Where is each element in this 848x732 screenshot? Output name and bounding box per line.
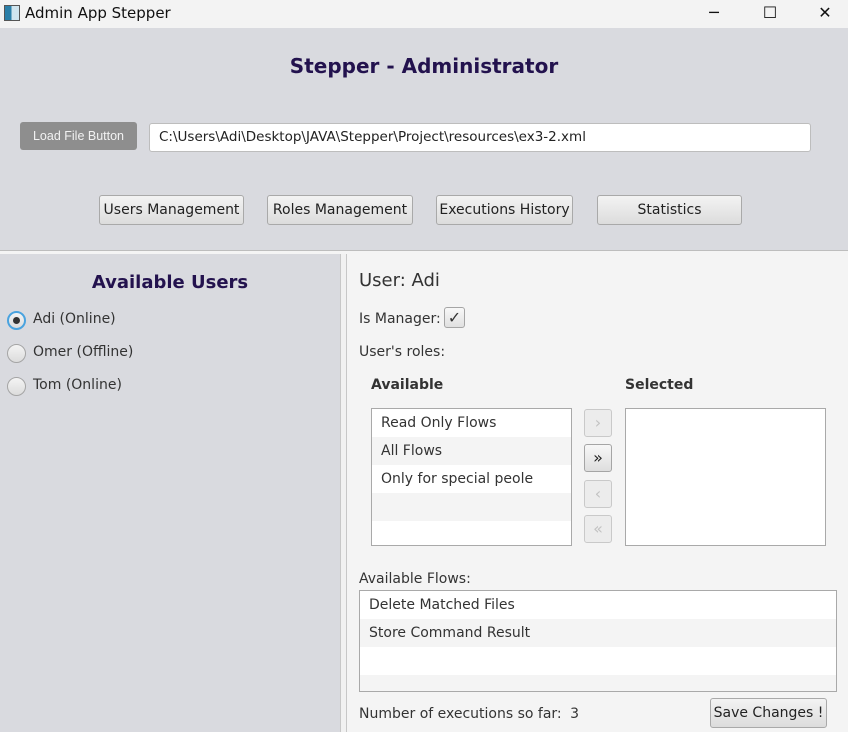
executions-history-button[interactable]: Executions History	[436, 195, 573, 225]
user-details-panel: User: Adi Is Manager: ✓ User's roles: Av…	[347, 254, 848, 732]
window-title: Admin App Stepper	[25, 4, 171, 22]
user-radio[interactable]	[7, 344, 26, 363]
save-changes-button[interactable]: Save Changes !	[710, 698, 827, 728]
list-empty-row	[360, 675, 836, 691]
available-flows-list[interactable]: Delete Matched Files Store Command Resul…	[359, 590, 837, 692]
user-roles-label: User's roles:	[359, 344, 446, 360]
list-item[interactable]: Only for special peole	[372, 465, 571, 493]
user-label: Adi (Online)	[33, 311, 116, 327]
window-titlebar[interactable]: Admin App Stepper ─ ☐ ✕	[0, 0, 848, 28]
split-pane-divider[interactable]	[340, 254, 347, 732]
admin-header: Stepper - Administrator Load File Button…	[0, 28, 848, 250]
user-radio[interactable]	[7, 377, 26, 396]
user-label: Omer (Offline)	[33, 344, 134, 360]
list-empty-row	[360, 647, 836, 675]
executions-count: 3	[570, 706, 580, 722]
users-panel-title: Available Users	[91, 272, 249, 293]
move-left-button[interactable]: ‹	[584, 480, 612, 508]
close-button[interactable]: ✕	[797, 0, 848, 28]
list-empty-row	[372, 493, 571, 521]
user-label: Tom (Online)	[33, 377, 122, 393]
list-item[interactable]: Read Only Flows	[372, 409, 571, 437]
users-management-button[interactable]: Users Management	[99, 195, 244, 225]
maximize-button[interactable]: ☐	[742, 0, 798, 28]
move-right-button[interactable]: ›	[584, 409, 612, 437]
roles-management-button[interactable]: Roles Management	[267, 195, 413, 225]
available-roles-list[interactable]: Read Only Flows All Flows Only for speci…	[371, 408, 572, 546]
available-flows-label: Available Flows:	[359, 571, 471, 587]
users-panel: Available Users Adi (Online) Omer (Offli…	[0, 254, 340, 732]
executions-count-label: Number of executions so far: 3	[359, 706, 579, 722]
page-title: Stepper - Administrator	[289, 54, 559, 78]
list-item[interactable]: Delete Matched Files	[360, 591, 836, 619]
is-manager-label: Is Manager:	[359, 311, 441, 327]
executions-label: Number of executions so far:	[359, 706, 562, 722]
user-title: User: Adi	[359, 270, 440, 291]
load-file-button[interactable]: Load File Button	[20, 122, 137, 150]
available-roles-header: Available	[371, 377, 444, 393]
app-icon	[4, 5, 20, 21]
file-path-input[interactable]: C:\Users\Adi\Desktop\JAVA\Stepper\Projec…	[149, 123, 811, 152]
statistics-button[interactable]: Statistics	[597, 195, 742, 225]
selected-roles-list[interactable]	[625, 408, 826, 546]
list-item[interactable]: All Flows	[372, 437, 571, 465]
selected-roles-header: Selected	[625, 377, 694, 393]
list-empty-row	[372, 521, 571, 545]
is-manager-checkbox[interactable]: ✓	[444, 307, 465, 328]
list-item[interactable]: Store Command Result	[360, 619, 836, 647]
user-radio[interactable]	[7, 311, 26, 330]
move-all-left-button[interactable]: «	[584, 515, 612, 543]
minimize-button[interactable]: ─	[686, 0, 742, 28]
move-all-right-button[interactable]: »	[584, 444, 612, 472]
